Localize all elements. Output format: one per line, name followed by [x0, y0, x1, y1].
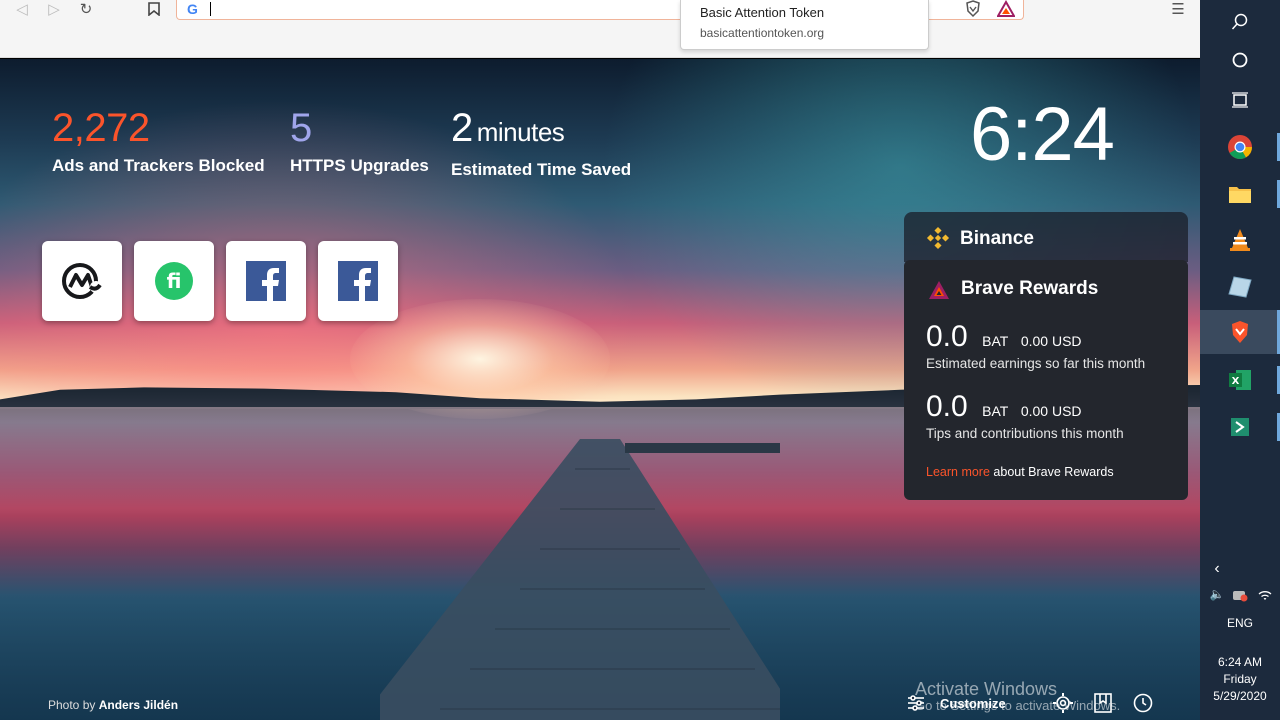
stat-time-saved: 2 minutes Estimated Time Saved	[451, 104, 631, 180]
binance-icon	[926, 226, 950, 250]
https-count: 5	[290, 106, 312, 150]
gear-icon[interactable]	[1052, 692, 1074, 714]
binance-title: Binance	[960, 228, 1034, 249]
time-value: 2	[451, 106, 473, 150]
taskbar-clock[interactable]: 6:24 AM Friday 5/29/2020	[1200, 654, 1280, 705]
earnings-amount: 0.0	[926, 320, 968, 353]
vlc-icon[interactable]	[1200, 218, 1280, 262]
back-icon[interactable]: ◁	[13, 0, 31, 18]
brave-rewards-widget: Brave Rewards 0.0 BAT 0.00 USD Estimated…	[904, 260, 1188, 500]
top-site-fi[interactable]: fi	[134, 241, 214, 321]
suggestion-title: Basic Attention Token	[700, 5, 825, 20]
cortana-icon[interactable]	[1200, 38, 1280, 82]
bookmarks-icon[interactable]	[1092, 692, 1114, 714]
coinmarketcap-icon	[62, 263, 102, 299]
bat-icon[interactable]	[997, 0, 1015, 18]
dock-image	[380, 439, 780, 720]
tips-currency: BAT	[982, 403, 1009, 419]
customize-button[interactable]: Customize	[906, 693, 1006, 713]
ads-label: Ads and Trackers Blocked	[52, 156, 265, 175]
task-view-icon[interactable]	[1200, 78, 1280, 122]
rewards-title: Brave Rewards	[961, 278, 1099, 299]
browser-toolbar: ◁ ▷ ↻ G Basic Attention Token basicatten…	[0, 0, 1200, 58]
facebook-icon	[338, 261, 378, 301]
bat-icon	[929, 281, 949, 299]
file-explorer-icon[interactable]	[1200, 172, 1280, 216]
menu-icon[interactable]: ☰	[1169, 0, 1187, 18]
brave-taskbar-icon[interactable]	[1200, 310, 1280, 354]
https-label: HTTPS Upgrades	[290, 156, 429, 175]
facebook-icon	[246, 261, 286, 301]
tips-desc: Tips and contributions this month	[926, 426, 1124, 441]
top-site-coinmarketcap[interactable]	[42, 241, 122, 321]
earnings-currency: BAT	[982, 333, 1009, 349]
taskbar-date: 5/29/2020	[1213, 689, 1267, 703]
learn-more-link[interactable]: Learn more	[926, 465, 990, 479]
binance-widget[interactable]: Binance	[904, 212, 1188, 262]
learn-more-text: Learn more about Brave Rewards	[926, 465, 1114, 479]
wifi-icon[interactable]	[1256, 588, 1274, 605]
taskbar-time: 6:24 AM	[1217, 655, 1263, 669]
photographer-link[interactable]: Anders Jildén	[99, 698, 178, 712]
tips-usd: 0.00 USD	[1020, 403, 1082, 419]
text-caret	[210, 2, 211, 16]
language-indicator[interactable]: ENG	[1200, 616, 1280, 630]
suggestion-url: basicattentiontoken.org	[700, 26, 825, 40]
earnings-usd: 0.00 USD	[1020, 333, 1082, 349]
volume-icon[interactable]: 🔈	[1208, 587, 1226, 601]
brave-shields-icon[interactable]	[964, 0, 982, 18]
bookmark-icon[interactable]	[145, 0, 163, 18]
earnings-desc: Estimated earnings so far this month	[926, 356, 1146, 371]
fi-icon: fi	[155, 262, 193, 300]
stat-https-upgrades: 5 HTTPS Upgrades	[290, 104, 429, 176]
svg-text:fi: fi	[167, 269, 182, 293]
chevron-up-icon[interactable]: ‹	[1210, 560, 1224, 578]
excel-icon[interactable]: X	[1200, 358, 1280, 402]
rewards-tips: 0.0 BAT 0.00 USD Tips and contributions …	[926, 390, 1124, 441]
stat-ads-blocked: 2,272 Ads and Trackers Blocked	[52, 104, 265, 176]
windows-taskbar: X ‹ 🔈 ENG 6:24 AM Friday 5/29/2020	[1200, 0, 1280, 720]
learn-more-suffix: about Brave Rewards	[989, 465, 1114, 479]
reload-icon[interactable]: ↻	[77, 0, 95, 18]
browser-window: ◁ ▷ ↻ G Basic Attention Token basicatten…	[0, 0, 1280, 720]
forward-icon[interactable]: ▷	[45, 0, 63, 18]
google-icon: G	[187, 1, 198, 17]
customize-label: Customize	[940, 695, 1006, 711]
chrome-icon[interactable]	[1200, 125, 1280, 169]
ads-count: 2,272	[52, 106, 150, 150]
sliders-icon	[908, 695, 924, 711]
top-site-facebook[interactable]	[226, 241, 306, 321]
history-icon[interactable]	[1132, 692, 1154, 714]
clock: 6:24	[970, 92, 1115, 177]
app-icon[interactable]	[1200, 405, 1280, 449]
time-unit: minutes	[476, 117, 565, 147]
top-site-facebook[interactable]	[318, 241, 398, 321]
photo-credit: Photo by Anders Jildén	[48, 698, 179, 712]
time-label: Estimated Time Saved	[451, 160, 632, 179]
network-icon[interactable]	[1230, 588, 1250, 605]
app-icon[interactable]	[1200, 265, 1280, 309]
tips-amount: 0.0	[926, 390, 968, 423]
url-suggestion[interactable]: Basic Attention Token basicattentiontoke…	[680, 0, 929, 50]
rewards-earnings: 0.0 BAT 0.00 USD Estimated earnings so f…	[926, 320, 1145, 371]
svg-text:X: X	[1232, 376, 1240, 387]
taskbar-day: Friday	[1223, 672, 1257, 686]
